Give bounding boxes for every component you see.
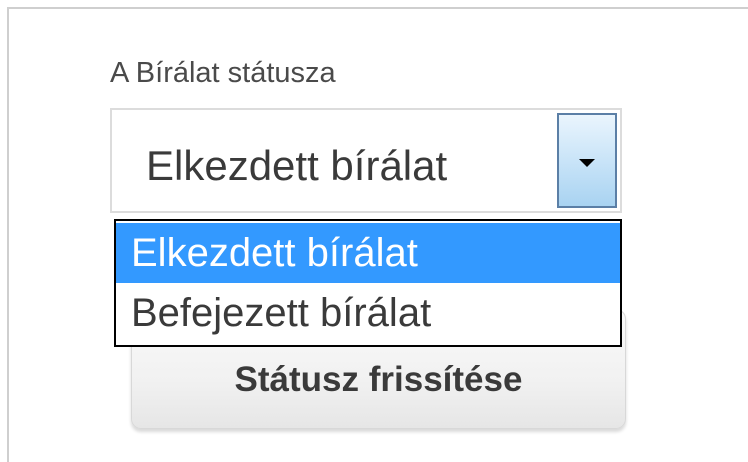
status-field-label: A Bírálat státusza — [110, 57, 336, 89]
status-dropdown-list: Elkezdett bírálat Befejezett bírálat — [114, 219, 622, 347]
status-option-started[interactable]: Elkezdett bírálat — [116, 223, 620, 283]
update-status-button-label: Státusz frissítése — [234, 360, 523, 399]
status-select-value: Elkezdett bírálat — [146, 142, 448, 189]
status-select[interactable]: Elkezdett bírálat — [110, 108, 622, 213]
status-panel: A Bírálat státusza Elkezdett bírálat Stá… — [7, 7, 748, 462]
dropdown-arrow-icon — [579, 159, 595, 167]
status-select-toggle[interactable] — [557, 113, 617, 208]
status-option-finished[interactable]: Befejezett bírálat — [116, 283, 620, 343]
